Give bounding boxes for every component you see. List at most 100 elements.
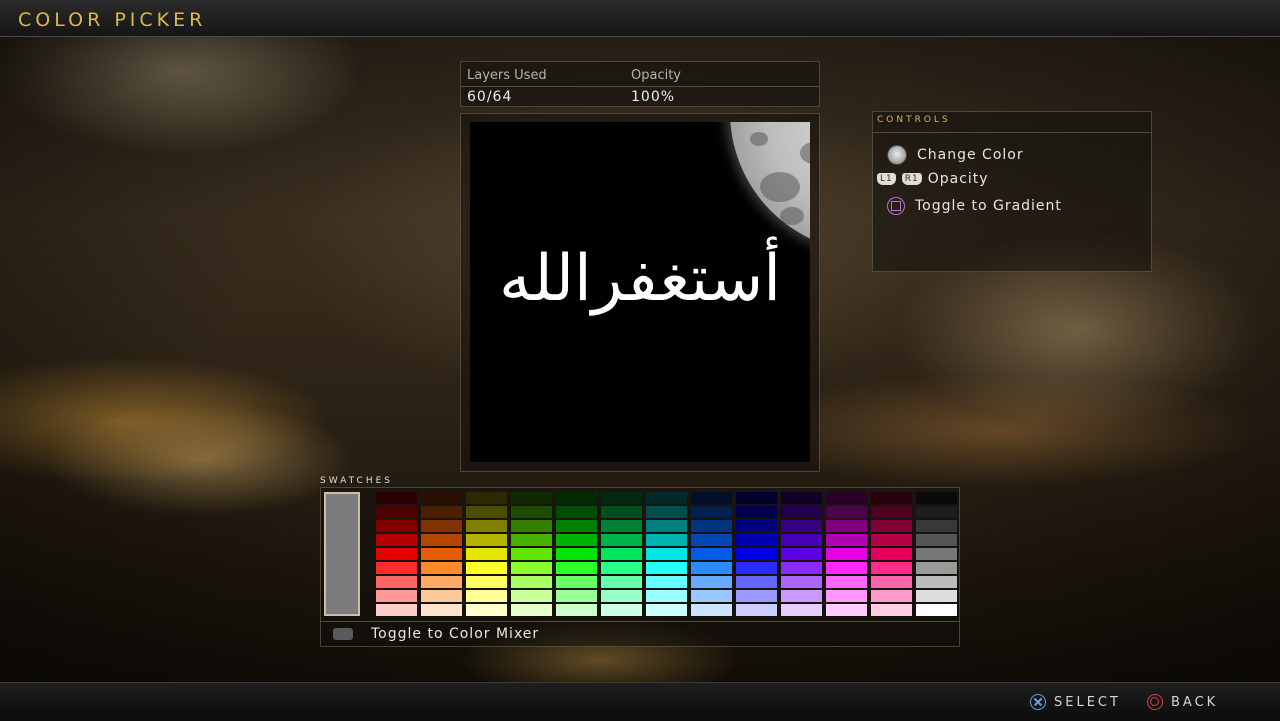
color-swatch[interactable]: [511, 520, 552, 532]
color-swatch[interactable]: [421, 492, 462, 504]
color-swatch[interactable]: [556, 576, 597, 588]
color-swatch[interactable]: [556, 604, 597, 616]
control-change-color[interactable]: Change Color: [887, 145, 1024, 165]
color-swatch[interactable]: [781, 548, 822, 560]
color-swatch[interactable]: [916, 576, 957, 588]
color-swatch[interactable]: [691, 520, 732, 532]
color-swatch[interactable]: [421, 506, 462, 518]
color-swatch[interactable]: [601, 506, 642, 518]
color-swatch[interactable]: [916, 492, 957, 504]
color-swatch[interactable]: [466, 562, 507, 574]
color-swatch[interactable]: [736, 590, 777, 602]
color-swatch[interactable]: [826, 492, 867, 504]
color-swatch[interactable]: [556, 506, 597, 518]
color-swatch[interactable]: [511, 604, 552, 616]
color-swatch[interactable]: [736, 534, 777, 546]
color-swatch[interactable]: [826, 562, 867, 574]
color-swatch[interactable]: [646, 576, 687, 588]
color-swatch[interactable]: [466, 604, 507, 616]
color-swatch[interactable]: [466, 506, 507, 518]
color-swatch[interactable]: [376, 492, 417, 504]
color-swatch[interactable]: [781, 492, 822, 504]
color-swatch[interactable]: [646, 548, 687, 560]
color-swatch[interactable]: [691, 534, 732, 546]
color-swatch[interactable]: [511, 492, 552, 504]
color-swatch[interactable]: [691, 590, 732, 602]
color-swatch[interactable]: [826, 604, 867, 616]
color-swatch[interactable]: [466, 534, 507, 546]
color-swatch[interactable]: [736, 506, 777, 518]
back-prompt[interactable]: BACK: [1147, 694, 1218, 710]
color-swatch[interactable]: [421, 562, 462, 574]
color-swatch[interactable]: [601, 548, 642, 560]
color-swatch[interactable]: [646, 562, 687, 574]
color-swatch[interactable]: [466, 492, 507, 504]
color-swatch[interactable]: [556, 590, 597, 602]
color-swatch[interactable]: [556, 520, 597, 532]
color-swatch[interactable]: [871, 520, 912, 532]
color-swatch[interactable]: [871, 604, 912, 616]
color-swatch[interactable]: [376, 534, 417, 546]
color-swatch[interactable]: [826, 534, 867, 546]
color-swatch[interactable]: [826, 576, 867, 588]
color-swatch[interactable]: [511, 562, 552, 574]
color-swatch[interactable]: [601, 590, 642, 602]
color-swatch[interactable]: [781, 590, 822, 602]
color-swatch[interactable]: [601, 520, 642, 532]
color-swatch[interactable]: [871, 492, 912, 504]
color-swatch[interactable]: [601, 576, 642, 588]
color-swatch[interactable]: [646, 604, 687, 616]
color-swatch[interactable]: [376, 562, 417, 574]
color-swatch[interactable]: [646, 520, 687, 532]
color-swatch[interactable]: [736, 576, 777, 588]
color-swatch[interactable]: [916, 604, 957, 616]
color-swatch[interactable]: [511, 590, 552, 602]
color-swatch[interactable]: [511, 576, 552, 588]
color-swatch[interactable]: [601, 534, 642, 546]
color-swatch[interactable]: [736, 520, 777, 532]
color-swatch[interactable]: [691, 548, 732, 560]
color-swatch[interactable]: [466, 590, 507, 602]
color-swatch[interactable]: [376, 506, 417, 518]
color-swatch[interactable]: [646, 506, 687, 518]
color-swatch[interactable]: [691, 604, 732, 616]
color-swatch[interactable]: [421, 548, 462, 560]
toggle-color-mixer-label[interactable]: Toggle to Color Mixer: [371, 626, 539, 642]
color-swatch[interactable]: [646, 534, 687, 546]
color-swatch[interactable]: [691, 492, 732, 504]
control-opacity[interactable]: L1 R1 Opacity: [877, 171, 989, 187]
color-swatch[interactable]: [601, 492, 642, 504]
color-swatch[interactable]: [376, 548, 417, 560]
color-swatch[interactable]: [781, 576, 822, 588]
color-swatch[interactable]: [376, 590, 417, 602]
emblem-canvas[interactable]: أستغفرالله: [470, 122, 810, 462]
color-swatch[interactable]: [916, 590, 957, 602]
color-swatch[interactable]: [826, 520, 867, 532]
color-swatch[interactable]: [466, 520, 507, 532]
color-swatch[interactable]: [601, 562, 642, 574]
color-swatch[interactable]: [781, 534, 822, 546]
color-swatch[interactable]: [916, 548, 957, 560]
color-swatch[interactable]: [691, 576, 732, 588]
color-swatch[interactable]: [826, 548, 867, 560]
color-swatch[interactable]: [736, 492, 777, 504]
color-swatch[interactable]: [691, 562, 732, 574]
color-swatch[interactable]: [736, 548, 777, 560]
color-swatch[interactable]: [871, 590, 912, 602]
color-swatch[interactable]: [421, 604, 462, 616]
color-swatch[interactable]: [871, 506, 912, 518]
color-swatch[interactable]: [691, 506, 732, 518]
color-swatch[interactable]: [466, 548, 507, 560]
color-swatch[interactable]: [916, 562, 957, 574]
color-swatch[interactable]: [376, 520, 417, 532]
color-swatch[interactable]: [871, 548, 912, 560]
color-swatch[interactable]: [916, 534, 957, 546]
color-swatch[interactable]: [601, 604, 642, 616]
color-swatch[interactable]: [871, 534, 912, 546]
color-swatch[interactable]: [556, 548, 597, 560]
color-swatch[interactable]: [556, 562, 597, 574]
color-swatch[interactable]: [871, 576, 912, 588]
color-swatch[interactable]: [421, 590, 462, 602]
color-swatch[interactable]: [826, 590, 867, 602]
color-swatch[interactable]: [646, 492, 687, 504]
